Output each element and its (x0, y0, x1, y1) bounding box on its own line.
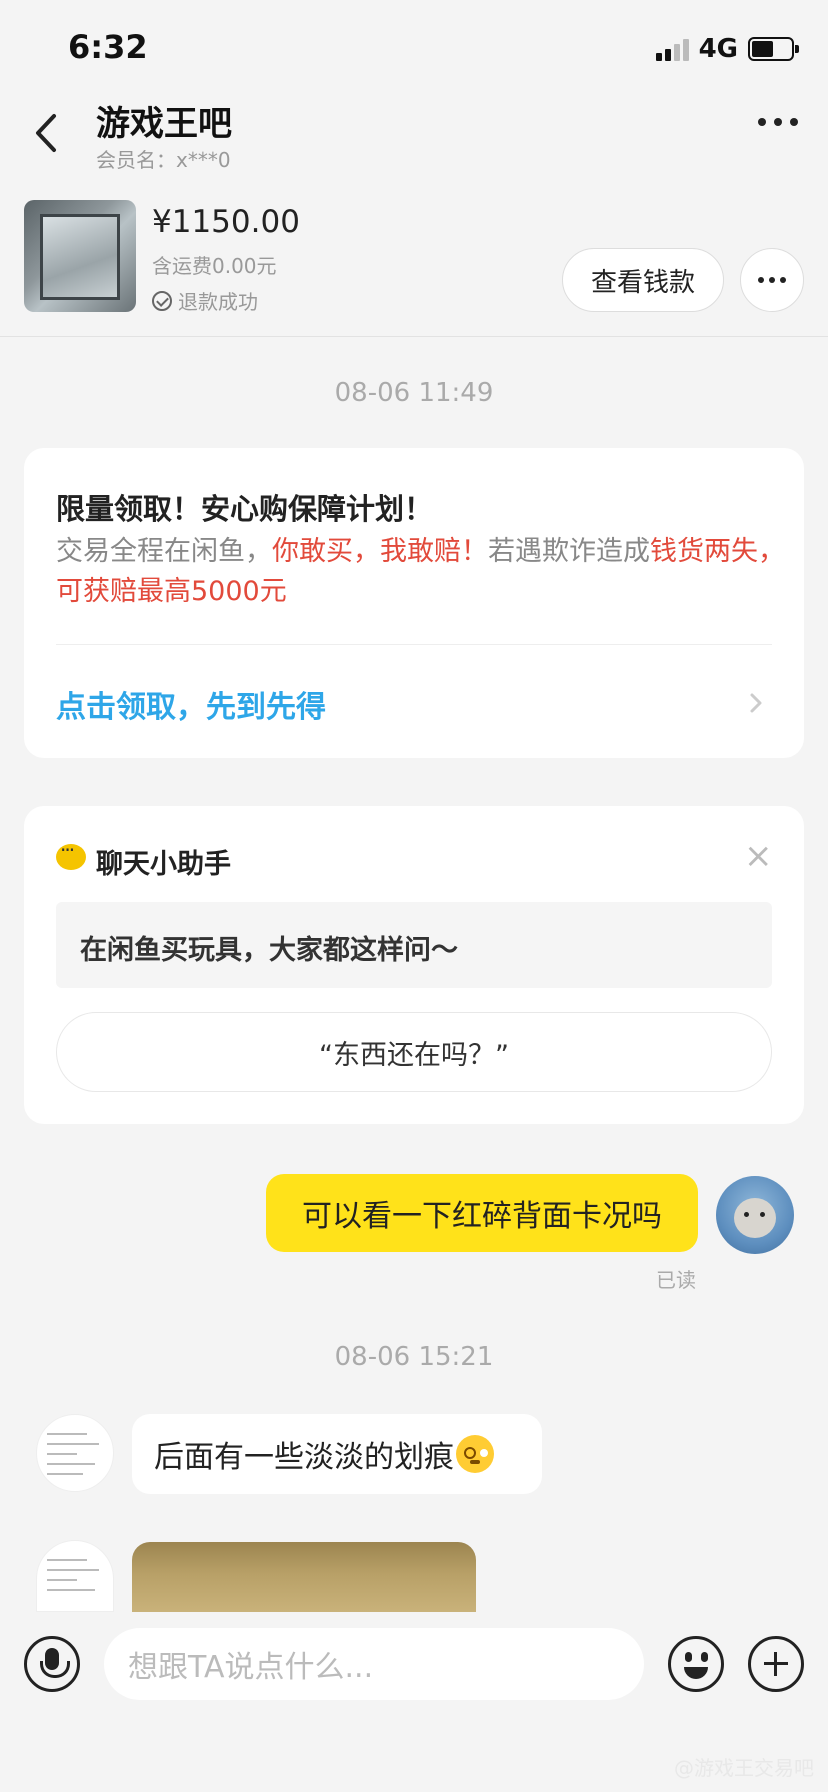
emoji-icon[interactable] (668, 1636, 724, 1692)
product-thumbnail[interactable] (24, 200, 136, 312)
chat-timestamp: 08-06 15:21 (334, 1342, 494, 1372)
protection-promo-card: 限量领取！安心购保障计划！ 交易全程在闲鱼，你敢买，我敢赔！若遇欺诈造成钱货两失… (24, 448, 804, 758)
suggested-question-button[interactable]: “东西还在吗？” (56, 1012, 772, 1092)
received-message-text: 后面有一些淡淡的划痕 (154, 1440, 454, 1475)
seller-avatar[interactable] (36, 1540, 114, 1612)
read-receipt: 已读 (656, 1268, 696, 1292)
status-time: 6:32 (68, 28, 148, 66)
assistant-prompt: 在闲鱼买玩具，大家都这样问～ (56, 902, 772, 988)
network-label: 4G (698, 34, 738, 64)
my-avatar[interactable] (716, 1176, 794, 1254)
member-name: 会员名：x***0 (96, 148, 231, 172)
chat-timestamp: 08-06 11:49 (334, 378, 494, 408)
promo-body: 交易全程在闲鱼，你敢买，我敢赔！若遇欺诈造成钱货两失，可获赔最高5000元 (56, 536, 785, 607)
close-icon[interactable]: × (744, 836, 773, 876)
product-more-button[interactable] (740, 248, 804, 312)
promo-title: 限量领取！安心购保障计划！ (56, 492, 434, 526)
sent-message-bubble[interactable]: 可以看一下红碎背面卡况吗 (266, 1174, 698, 1252)
chat-bubble-icon (56, 838, 86, 870)
watermark: @游戏王交易吧 (674, 1756, 814, 1780)
shipping-fee: 含运费0.00元 (152, 254, 277, 278)
battery-icon (748, 37, 799, 61)
sweat-smile-emoji-icon (456, 1435, 494, 1473)
page-title: 游戏王吧 (96, 104, 232, 144)
header-divider (0, 336, 828, 337)
promo-divider (56, 644, 772, 645)
plus-icon[interactable] (748, 1636, 804, 1692)
status-indicators: 4G (655, 34, 799, 64)
assistant-title: 聊天小助手 (96, 849, 231, 880)
microphone-icon[interactable] (24, 1636, 80, 1692)
received-photo-message[interactable] (132, 1542, 476, 1612)
message-input[interactable]: 想跟TA说点什么... (104, 1628, 644, 1700)
chat-assistant-card: 聊天小助手 × 在闲鱼买玩具，大家都这样问～ “东西还在吗？” (24, 806, 804, 1124)
back-icon[interactable] (28, 108, 68, 158)
received-message-bubble[interactable]: 后面有一些淡淡的划痕 (132, 1414, 542, 1494)
order-status: 退款成功 (152, 286, 258, 315)
product-price: ¥1150.00 (152, 204, 300, 240)
signal-icon (655, 37, 689, 61)
claim-link[interactable]: 点击领取，先到先得 (56, 682, 326, 726)
check-circle-icon (152, 290, 172, 311)
seller-avatar[interactable] (36, 1414, 114, 1492)
chevron-right-icon[interactable] (746, 688, 766, 718)
view-money-button[interactable]: 查看钱款 (562, 248, 724, 312)
order-status-label: 退款成功 (178, 290, 258, 314)
more-icon[interactable] (758, 118, 798, 126)
